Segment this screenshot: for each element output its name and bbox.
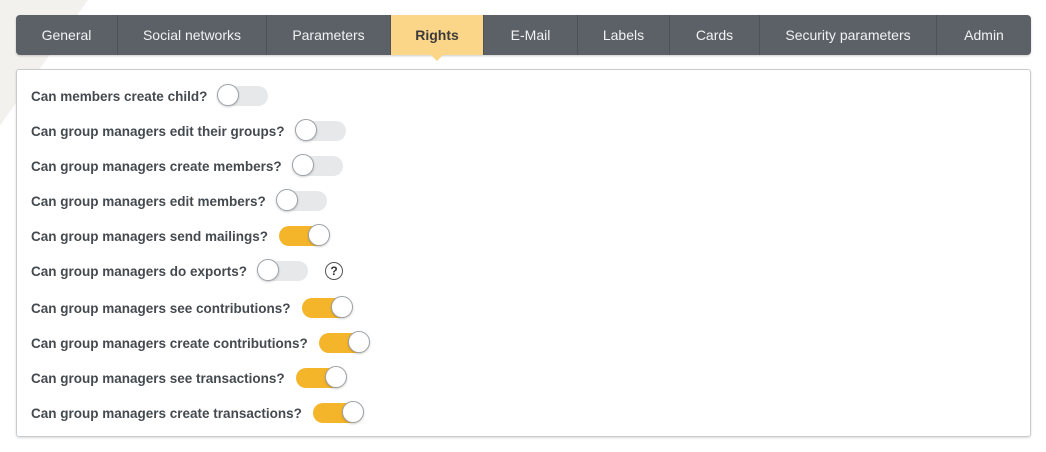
right-row-create-members: Can group managers create members? xyxy=(31,154,343,178)
toggle-knob xyxy=(341,401,364,423)
tab-security-parameters[interactable]: Security parameters xyxy=(760,15,937,55)
create-members-toggle[interactable] xyxy=(291,154,343,176)
send-mailings-toggle[interactable] xyxy=(279,224,331,246)
tab-email[interactable]: E-Mail xyxy=(484,15,578,55)
toggle-knob xyxy=(308,224,331,246)
toggle-knob xyxy=(330,296,353,318)
right-row-members-create-child: Can members create child? xyxy=(31,84,269,108)
settings-tab-bar: General Social networks Parameters Right… xyxy=(16,15,1031,61)
right-row-create-contributions: Can group managers create contributions? xyxy=(31,331,370,355)
toggle-knob xyxy=(257,259,280,281)
right-row-see-transactions: Can group managers see transactions? xyxy=(31,366,347,390)
tab-admin[interactable]: Admin xyxy=(937,15,1031,55)
right-row-edit-groups: Can group managers edit their groups? xyxy=(31,119,346,143)
see-contributions-toggle[interactable] xyxy=(301,296,353,318)
right-label: Can group managers create members? xyxy=(31,158,282,174)
see-transactions-toggle[interactable] xyxy=(295,366,347,388)
right-label: Can group managers see contributions? xyxy=(31,300,291,316)
members-create-child-toggle[interactable] xyxy=(217,84,269,106)
toggle-knob xyxy=(324,366,347,388)
create-contributions-toggle[interactable] xyxy=(318,331,370,353)
toggle-knob xyxy=(275,189,298,211)
tab-general[interactable]: General xyxy=(16,15,118,55)
right-label: Can group managers create transactions? xyxy=(31,405,302,421)
right-label: Can group managers edit members? xyxy=(31,193,266,209)
right-label: Can group managers do exports? xyxy=(31,263,248,279)
toggle-knob xyxy=(217,84,240,106)
rights-panel: Can members create child? Can group mana… xyxy=(16,69,1031,437)
right-row-create-transactions: Can group managers create transactions? xyxy=(31,401,364,425)
right-label: Can members create child? xyxy=(31,88,208,104)
right-row-see-contributions: Can group managers see contributions? xyxy=(31,296,353,320)
edit-groups-toggle[interactable] xyxy=(294,119,346,141)
tab-rights[interactable]: Rights xyxy=(391,15,484,61)
right-row-send-mailings: Can group managers send mailings? xyxy=(31,224,331,248)
edit-members-toggle[interactable] xyxy=(275,189,327,211)
right-label: Can group managers send mailings? xyxy=(31,228,269,244)
tab-labels[interactable]: Labels xyxy=(578,15,670,55)
tab-cards[interactable]: Cards xyxy=(670,15,760,55)
help-icon[interactable]: ? xyxy=(325,262,344,280)
toggle-knob xyxy=(347,331,370,353)
right-row-edit-members: Can group managers edit members? xyxy=(31,189,327,213)
right-label: Can group managers see transactions? xyxy=(31,370,285,386)
do-exports-toggle[interactable] xyxy=(257,259,309,281)
toggle-knob xyxy=(294,119,317,141)
toggle-knob xyxy=(291,154,314,176)
right-row-do-exports: Can group managers do exports? ? xyxy=(31,259,344,283)
right-label: Can group managers create contributions? xyxy=(31,335,308,351)
tab-parameters[interactable]: Parameters xyxy=(267,15,391,55)
tab-social-networks[interactable]: Social networks xyxy=(118,15,267,55)
create-transactions-toggle[interactable] xyxy=(312,401,364,423)
right-label: Can group managers edit their groups? xyxy=(31,123,285,139)
